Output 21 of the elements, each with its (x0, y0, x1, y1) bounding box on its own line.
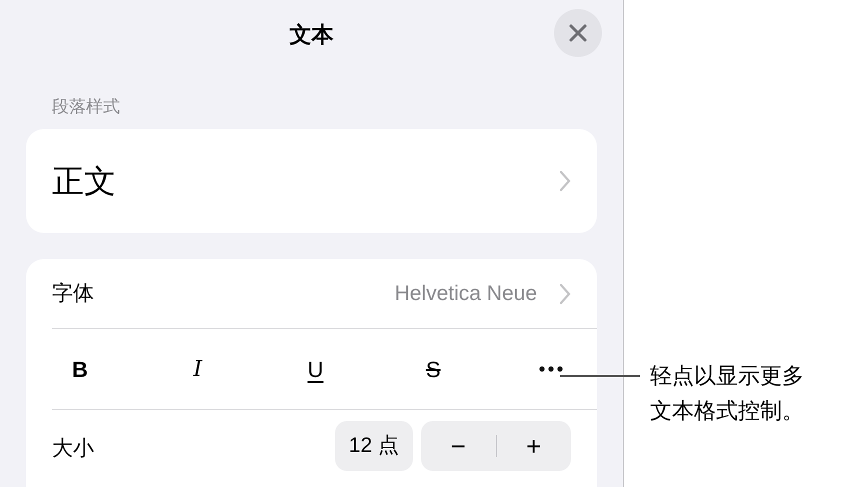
increase-button[interactable]: + (496, 421, 571, 471)
font-value: Helvetica Neue (394, 280, 537, 307)
panel-title: 文本 (290, 20, 334, 48)
callout-text: 轻点以显示更多 文本格式控制。 (650, 362, 804, 425)
size-value-field[interactable]: 12 点 (334, 421, 413, 471)
decrease-button[interactable]: − (421, 421, 496, 471)
chevron-right-icon (559, 282, 571, 304)
paragraph-style-row[interactable]: 正文 (26, 129, 597, 233)
font-label: 字体 (52, 280, 94, 307)
italic-button[interactable]: I (170, 349, 226, 389)
font-row[interactable]: 字体 Helvetica Neue (52, 259, 597, 329)
size-label: 大小 (52, 436, 94, 462)
ellipsis-icon (539, 366, 563, 372)
chevron-right-icon (559, 170, 571, 192)
paragraph-style-value: 正文 (52, 162, 116, 201)
strikethrough-button[interactable]: S (405, 349, 462, 389)
bold-button[interactable]: B (52, 349, 108, 389)
close-icon (568, 23, 588, 43)
close-button[interactable] (554, 9, 602, 57)
section-label: 段落样式 (52, 98, 121, 115)
underline-button[interactable]: U (288, 349, 344, 389)
